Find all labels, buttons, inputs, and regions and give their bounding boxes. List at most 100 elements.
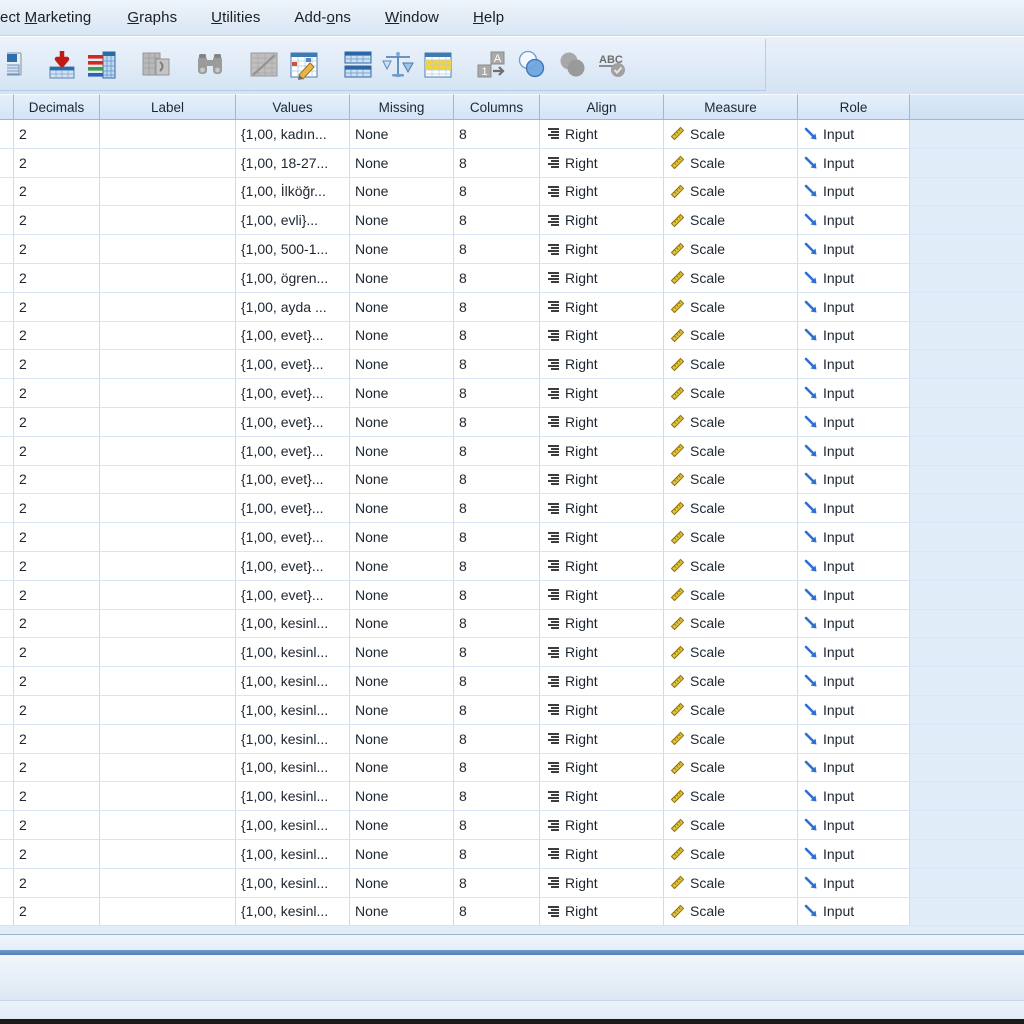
measure-cell[interactable]: Scale (664, 638, 798, 668)
values-cell[interactable]: {1,00, evet}... (236, 465, 350, 495)
label-cell[interactable] (100, 868, 236, 898)
row-number-cell[interactable] (0, 235, 14, 264)
missing-cell[interactable]: None (350, 235, 454, 264)
values-cell[interactable]: {1,00, ayda ... (236, 292, 350, 322)
missing-cell[interactable]: None (350, 177, 454, 207)
measure-cell[interactable]: Scale (664, 321, 798, 351)
measure-cell[interactable]: Scale (664, 782, 798, 812)
columns-cell[interactable]: 8 (454, 523, 540, 552)
align-cell[interactable]: Right (540, 609, 664, 639)
values-cell[interactable]: {1,00, kesinl... (236, 839, 350, 869)
measure-cell[interactable]: Scale (664, 292, 798, 322)
table-row[interactable]: 2 {1,00, kesinl... None 8 Right Scale Input (0, 868, 1024, 898)
decimals-cell[interactable]: 2 (14, 811, 100, 840)
table-row[interactable]: 2 {1,00, evet}... None 8 Right Scale Input (0, 494, 1024, 524)
role-cell[interactable]: Input (798, 523, 910, 552)
decimals-cell[interactable]: 2 (14, 407, 100, 437)
row-number-cell[interactable] (0, 724, 14, 754)
value-labels-button[interactable]: A 1 (472, 42, 512, 88)
align-cell[interactable]: Right (540, 695, 664, 725)
align-cell[interactable]: Right (540, 148, 664, 178)
column-header-role[interactable]: Role (798, 94, 910, 120)
label-cell[interactable] (100, 609, 236, 639)
missing-cell[interactable]: None (350, 465, 454, 495)
columns-cell[interactable]: 8 (454, 436, 540, 466)
columns-cell[interactable]: 8 (454, 580, 540, 610)
row-number-cell[interactable] (0, 494, 14, 524)
table-row[interactable]: 2 {1,00, kesinl... None 8 Right Scale Input (0, 753, 1024, 783)
measure-cell[interactable]: Scale (664, 350, 798, 380)
label-cell[interactable] (100, 177, 236, 207)
measure-cell[interactable]: Scale (664, 436, 798, 466)
menu-utilities[interactable]: Utilities (200, 8, 271, 28)
decimals-cell[interactable]: 2 (14, 263, 100, 293)
row-number-cell[interactable] (0, 206, 14, 236)
values-cell[interactable]: {1,00, evet}... (236, 580, 350, 610)
align-cell[interactable]: Right (540, 321, 664, 351)
row-number-cell[interactable] (0, 523, 14, 552)
decimals-cell[interactable]: 2 (14, 465, 100, 495)
measure-cell[interactable]: Scale (664, 580, 798, 610)
label-cell[interactable] (100, 638, 236, 668)
role-cell[interactable]: Input (798, 436, 910, 466)
role-cell[interactable]: Input (798, 206, 910, 236)
align-cell[interactable]: Right (540, 436, 664, 466)
missing-cell[interactable]: None (350, 120, 454, 149)
columns-cell[interactable]: 8 (454, 120, 540, 149)
role-cell[interactable]: Input (798, 407, 910, 437)
row-number-cell[interactable] (0, 638, 14, 668)
columns-cell[interactable]: 8 (454, 177, 540, 207)
values-cell[interactable]: {1,00, evet}... (236, 551, 350, 581)
recode-bars-button[interactable] (82, 42, 122, 88)
missing-cell[interactable]: None (350, 523, 454, 552)
table-row[interactable]: 2 {1,00, kesinl... None 8 Right Scale Input (0, 638, 1024, 668)
menu-direct-marketing[interactable]: ect Marketing (0, 8, 102, 28)
decimals-cell[interactable]: 2 (14, 897, 100, 927)
row-number-cell[interactable] (0, 753, 14, 783)
column-header-measure[interactable]: Measure (664, 94, 798, 120)
columns-cell[interactable]: 8 (454, 897, 540, 927)
role-cell[interactable]: Input (798, 494, 910, 524)
align-cell[interactable]: Right (540, 667, 664, 696)
role-cell[interactable]: Input (798, 667, 910, 696)
align-cell[interactable]: Right (540, 206, 664, 236)
align-cell[interactable]: Right (540, 235, 664, 264)
missing-cell[interactable]: None (350, 753, 454, 783)
missing-cell[interactable]: None (350, 609, 454, 639)
label-cell[interactable] (100, 667, 236, 696)
values-cell[interactable]: {1,00, evet}... (236, 350, 350, 380)
values-cell[interactable]: {1,00, kesinl... (236, 897, 350, 927)
values-cell[interactable]: {1,00, kadın... (236, 120, 350, 149)
menu-graphs[interactable]: Graphs (116, 8, 188, 28)
table-row[interactable]: 2 {1,00, evet}... None 8 Right Scale Input (0, 321, 1024, 351)
align-cell[interactable]: Right (540, 868, 664, 898)
align-cell[interactable]: Right (540, 407, 664, 437)
decimals-cell[interactable]: 2 (14, 868, 100, 898)
row-number-cell[interactable] (0, 782, 14, 812)
columns-cell[interactable]: 8 (454, 609, 540, 639)
row-number-cell[interactable] (0, 667, 14, 696)
label-cell[interactable] (100, 580, 236, 610)
table-row[interactable]: 2 {1,00, evli}... None 8 Right Scale Input (0, 206, 1024, 236)
missing-cell[interactable]: None (350, 695, 454, 725)
missing-cell[interactable]: None (350, 350, 454, 380)
row-number-cell[interactable] (0, 551, 14, 581)
row-number-cell[interactable] (0, 379, 14, 408)
column-header-columns[interactable]: Columns (454, 94, 540, 120)
table-row[interactable]: 2 {1,00, evet}... None 8 Right Scale Input (0, 379, 1024, 408)
role-cell[interactable]: Input (798, 263, 910, 293)
missing-cell[interactable]: None (350, 724, 454, 754)
align-cell[interactable]: Right (540, 350, 664, 380)
columns-cell[interactable]: 8 (454, 494, 540, 524)
table-row[interactable]: 2 {1,00, evet}... None 8 Right Scale Input (0, 436, 1024, 466)
align-cell[interactable]: Right (540, 724, 664, 754)
decimals-cell[interactable]: 2 (14, 235, 100, 264)
values-cell[interactable]: {1,00, evet}... (236, 494, 350, 524)
columns-cell[interactable]: 8 (454, 638, 540, 668)
label-cell[interactable] (100, 494, 236, 524)
columns-cell[interactable]: 8 (454, 292, 540, 322)
row-number-cell[interactable] (0, 695, 14, 725)
columns-cell[interactable]: 8 (454, 263, 540, 293)
table-row[interactable]: 2 {1,00, evet}... None 8 Right Scale Input (0, 551, 1024, 581)
find-binoculars-button[interactable] (190, 42, 230, 88)
